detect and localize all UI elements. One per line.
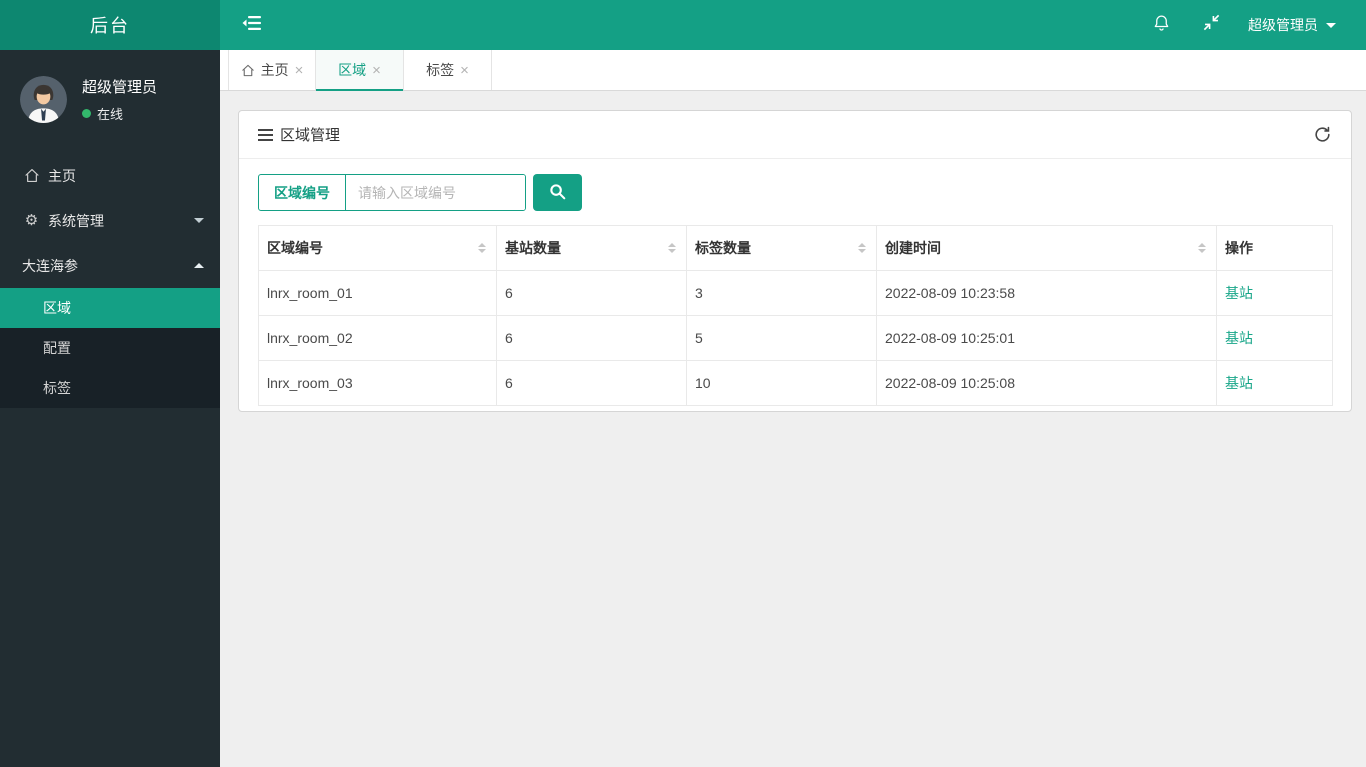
table-header-row: 区域编号 基站数量 标签数量 创建时间 操作 [258,225,1333,271]
sort-icon[interactable] [858,243,866,253]
user-status-label: 在线 [97,107,124,122]
cell-region: lnrx_room_02 [258,315,497,361]
cell-actions: 基站 [1216,315,1333,361]
tab-label: 区域 [338,62,367,78]
user-dropdown-label: 超级管理员 [1248,17,1318,33]
sidebar-toggle-icon [242,15,262,36]
cell-actions: 基站 [1216,360,1333,406]
base-station-link[interactable]: 基站 [1225,330,1253,346]
cell-tags: 10 [686,360,877,406]
cell-stations: 6 [496,360,687,406]
column-header-tags[interactable]: 标签数量 [686,225,877,271]
cell-created: 2022-08-09 10:25:01 [876,315,1217,361]
cell-stations: 6 [496,315,687,361]
app-logo: 后台 [0,0,220,50]
close-icon[interactable]: × [460,63,469,78]
sidebar-item-label: 主页 [48,167,76,184]
cell-tags: 5 [686,315,877,361]
panel-header: 区域管理 [239,111,1351,159]
cell-stations: 6 [496,270,687,316]
notifications-button[interactable] [1136,0,1186,50]
sidebar-item-config[interactable]: 配置 [0,328,220,368]
sidebar-item-home[interactable]: 主页 [0,153,220,198]
user-status: 在线 [82,104,157,123]
chevron-up-icon [194,263,204,268]
base-station-link[interactable]: 基站 [1225,285,1253,301]
sort-icon[interactable] [668,243,676,253]
sidebar-item-system-management[interactable]: ⚙ 系统管理 [0,198,220,243]
column-header-region[interactable]: 区域编号 [258,225,497,271]
base-station-link[interactable]: 基站 [1225,375,1253,391]
search-input-group: 区域编号 [258,174,526,211]
search-button[interactable] [533,174,582,211]
close-icon[interactable]: × [295,63,304,78]
sort-icon[interactable] [478,243,486,253]
region-search-input[interactable] [346,175,525,210]
user-dropdown[interactable]: 超级管理员 [1236,0,1348,50]
sidebar-item-tag[interactable]: 标签 [0,368,220,408]
user-name: 超级管理员 [82,79,158,96]
bell-icon [1152,13,1171,37]
close-icon[interactable]: × [372,63,381,78]
cell-region: lnrx_room_01 [258,270,497,316]
list-icon [258,128,273,141]
search-row: 区域编号 [258,174,1332,211]
panel-body: 区域编号 请输入区域编号 区域编号 基站数量 标签数量 创建时间 操作 lnrx… [239,159,1351,411]
chevron-down-icon [194,218,204,223]
sidebar-toggle-button[interactable] [228,0,276,50]
tab-bar: 主页 × 区域 × 标签 × [220,50,1366,91]
sidebar-item-label: 大连海参 [22,257,78,274]
tab-label: 标签 [426,62,455,78]
cell-created: 2022-08-09 10:25:08 [876,360,1217,406]
online-status-icon [82,109,91,118]
user-info: 超级管理员 在线 [82,76,157,123]
table-row: lnrx_room_02 6 5 2022-08-09 10:25:01 基站 [258,315,1333,361]
cell-created: 2022-08-09 10:23:58 [876,270,1217,316]
compress-icon [1202,13,1221,37]
content-area: 区域管理 区域编号 请输入区域编号 区域编号 基站数量 标签数量 创建时间 操作… [220,91,1366,767]
sidebar-menu: 主页 ⚙ 系统管理 大连海参 区域 配置 标签 [0,153,220,408]
sidebar-item-region[interactable]: 区域 [0,288,220,328]
home-icon [22,168,41,183]
column-header-actions: 操作 [1216,225,1333,271]
navbar-right: 超级管理员 [1136,0,1366,50]
region-panel: 区域管理 区域编号 请输入区域编号 区域编号 基站数量 标签数量 创建时间 操作… [238,110,1352,412]
search-field-label: 区域编号 [259,175,346,210]
cell-tags: 3 [686,270,877,316]
tab-tag[interactable]: 标签 × [404,50,492,90]
sidebar: 超级管理员 在线 主页 ⚙ 系统管理 大连海参 区域 配置 标签 [0,50,220,767]
home-icon [241,64,255,77]
panel-title: 区域管理 [280,127,341,144]
cell-region: lnrx_room_03 [258,360,497,406]
sidebar-item-label: 系统管理 [48,212,104,229]
main-area: 主页 × 区域 × 标签 × 区域管理 区域编号 请输入区域编号 区域编号 基站… [220,50,1366,767]
column-header-created[interactable]: 创建时间 [876,225,1217,271]
avatar [20,76,67,123]
search-icon [549,183,566,203]
column-header-stations[interactable]: 基站数量 [496,225,687,271]
fullscreen-toggle-button[interactable] [1186,0,1236,50]
chevron-down-icon [1326,22,1336,28]
sort-icon[interactable] [1198,243,1206,253]
table-row: lnrx_room_01 6 3 2022-08-09 10:23:58 基站 [258,270,1333,316]
gear-icon: ⚙ [24,212,39,229]
table-row: lnrx_room_03 6 10 2022-08-09 10:25:08 基站 [258,360,1333,406]
cell-actions: 基站 [1216,270,1333,316]
sidebar-submenu: 区域 配置 标签 [0,288,220,408]
sidebar-item-label: 区域 [43,300,71,316]
sidebar-user-panel: 超级管理员 在线 [0,50,220,153]
sidebar-item-label: 配置 [43,340,71,356]
region-table: 区域编号 基站数量 标签数量 创建时间 操作 lnrx_room_01 6 3 … [258,225,1333,406]
tab-label: 主页 [260,62,289,78]
sidebar-item-label: 标签 [43,380,71,396]
navbar: 超级管理员 [220,0,1366,50]
sidebar-item-dalian-haishen[interactable]: 大连海参 [0,243,220,288]
top-bar: 后台 超级管理员 [0,0,1366,50]
tab-home[interactable]: 主页 × [228,50,316,90]
tab-region[interactable]: 区域 × [316,50,404,91]
refresh-button[interactable] [1313,125,1332,144]
